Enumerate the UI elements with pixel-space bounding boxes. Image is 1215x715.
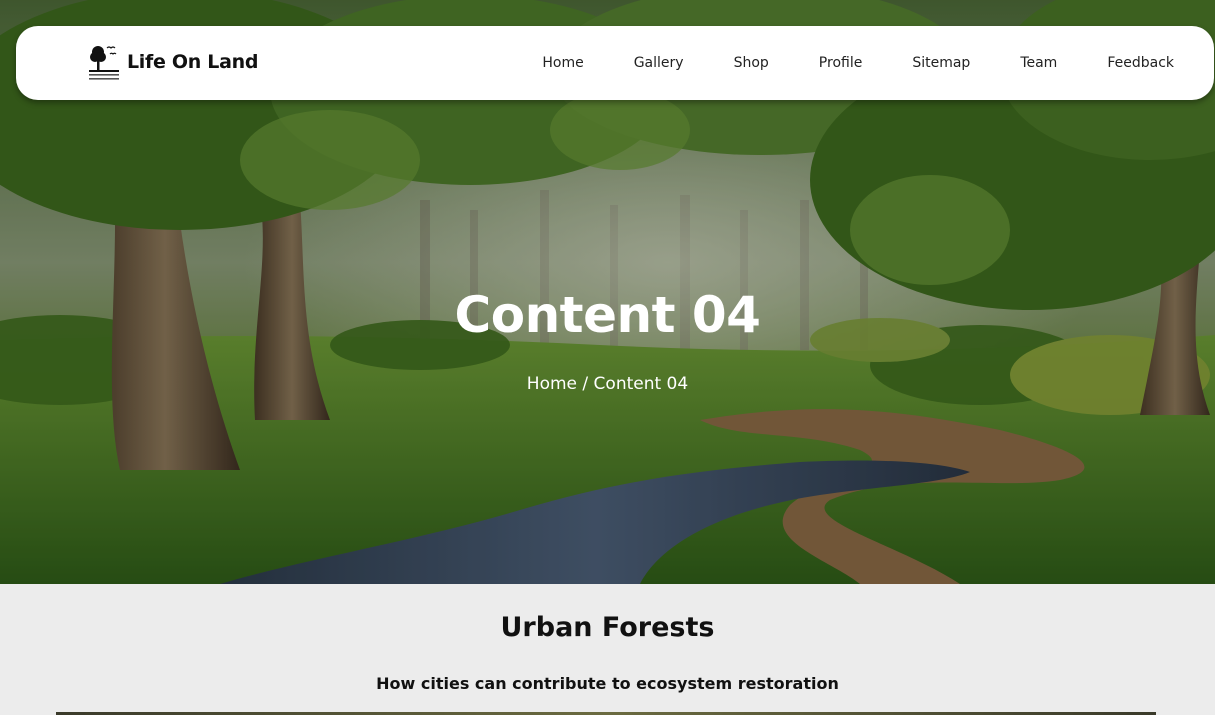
breadcrumb-home-link[interactable]: Home — [527, 374, 577, 394]
tree-logo-icon — [89, 46, 119, 80]
section-subtitle: How cities can contribute to ecosystem r… — [376, 674, 839, 693]
breadcrumb-current: Content 04 — [593, 374, 689, 394]
nav-item-profile[interactable]: Profile — [819, 55, 863, 71]
nav-item-team[interactable]: Team — [1020, 55, 1057, 71]
nav-item-shop[interactable]: Shop — [734, 55, 769, 71]
breadcrumb: Home / Content 04 — [0, 374, 1215, 394]
brand-name: Life On Land — [127, 51, 259, 73]
section-title: Urban Forests — [500, 612, 715, 643]
nav-item-feedback[interactable]: Feedback — [1107, 55, 1174, 71]
breadcrumb-separator: / — [577, 374, 594, 394]
nav-item-gallery[interactable]: Gallery — [634, 55, 684, 71]
nav-item-sitemap[interactable]: Sitemap — [912, 55, 970, 71]
main-nav: Home Gallery Shop Profile Sitemap Team F… — [542, 26, 1174, 100]
content-section: Urban Forests How cities can contribute … — [0, 584, 1215, 715]
top-navbar: Life On Land Home Gallery Shop Profile S… — [16, 26, 1214, 100]
brand-logo[interactable]: Life On Land — [88, 40, 258, 84]
page-title: Content 04 — [454, 286, 761, 344]
nav-item-home[interactable]: Home — [542, 55, 583, 71]
